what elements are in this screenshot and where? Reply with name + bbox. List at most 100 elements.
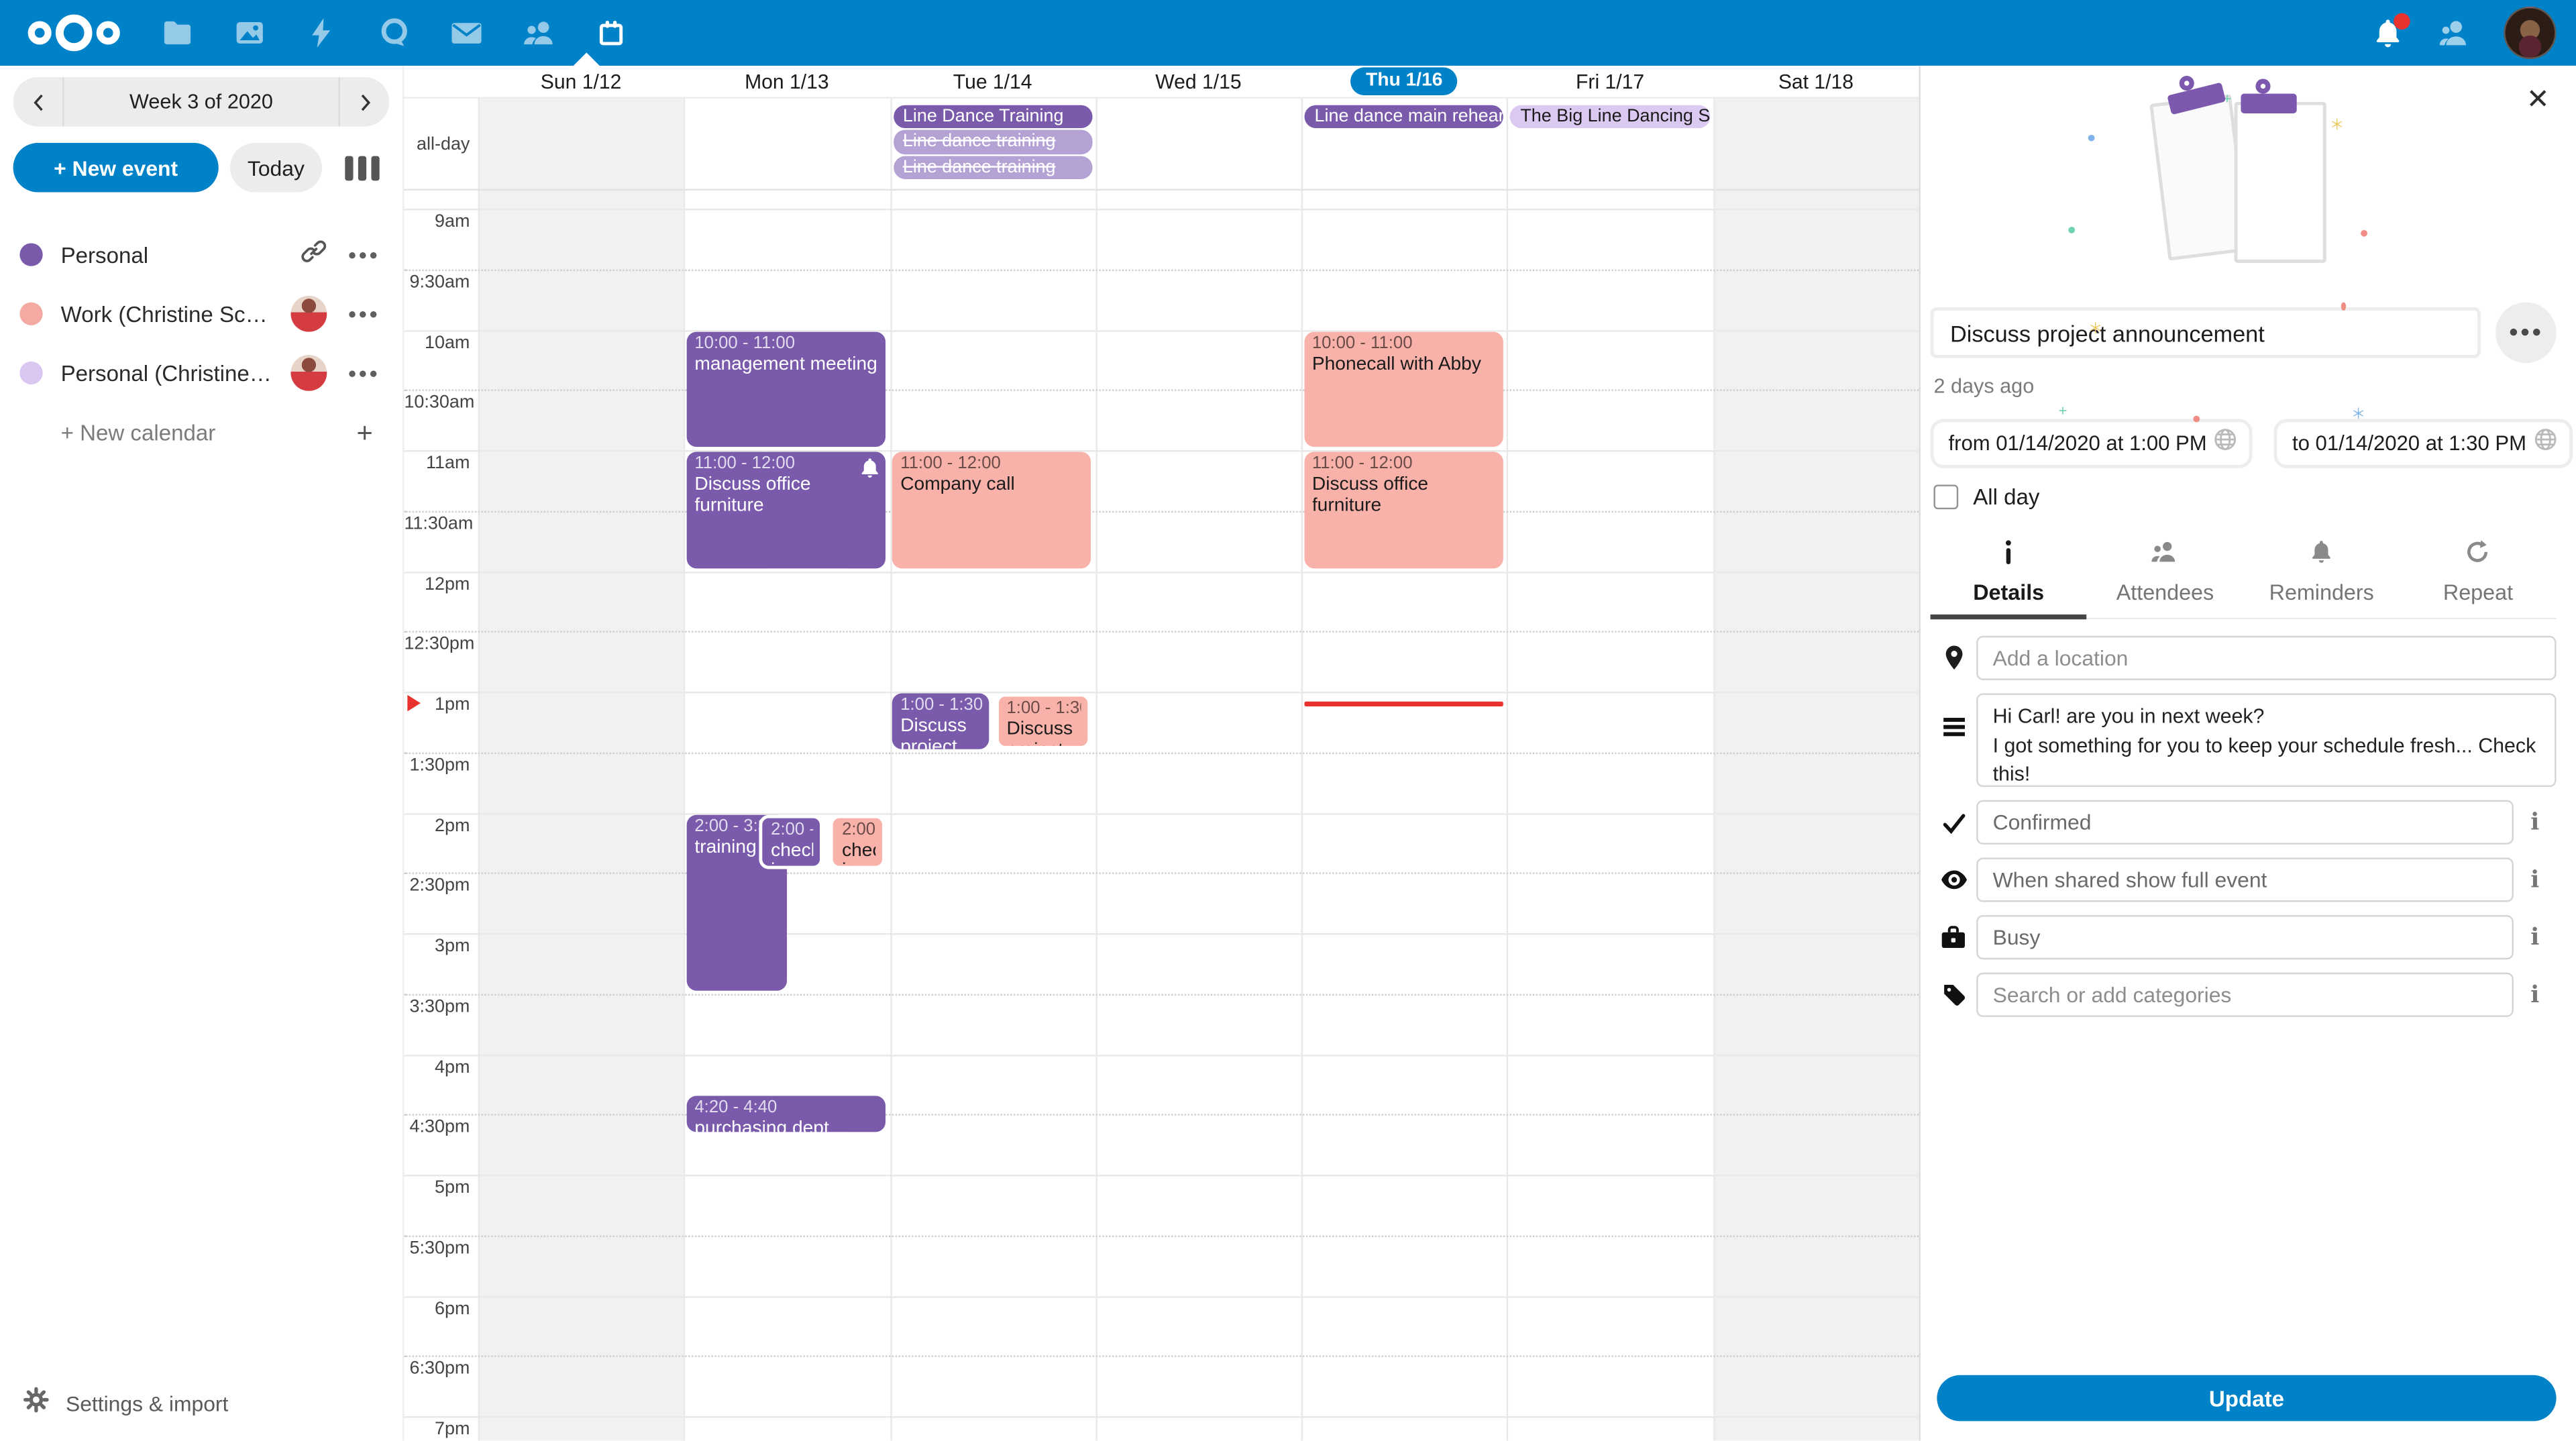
- all-day-event[interactable]: Line dance training: [893, 130, 1092, 154]
- calendar-item-personal-christine[interactable]: Personal (Christine Scho…) ●●●: [0, 343, 402, 403]
- topbar-right: [2372, 7, 2556, 59]
- week-label[interactable]: Week 3 of 2020: [62, 77, 340, 126]
- categories-input[interactable]: [1976, 973, 2514, 1017]
- calendar-event[interactable]: 11:00 - 12:00Company call: [892, 451, 1091, 568]
- calendar-event[interactable]: 4:20 - 4:40purchasing dept: [686, 1096, 885, 1131]
- tab-reminders[interactable]: Reminders: [2243, 532, 2400, 617]
- grid-body: all-day Line Dance TrainingLine dance tr…: [404, 97, 1919, 1440]
- calendar-item-work-christine[interactable]: Work (Christine Schott) ●●●: [0, 284, 402, 343]
- day-header[interactable]: Wed 1/15: [1095, 66, 1301, 97]
- event-title: Discuss project announcement: [900, 716, 982, 749]
- all-day-event[interactable]: Line dance main rehearsal: [1305, 105, 1504, 129]
- grid-line: [404, 571, 1919, 572]
- day-header[interactable]: Mon 1/13: [684, 66, 890, 97]
- mail-app-icon[interactable]: [450, 16, 483, 49]
- availability-briefcase-icon: [1931, 925, 1977, 950]
- contacts-app-icon[interactable]: [523, 16, 555, 49]
- day-header[interactable]: Sun 1/12: [478, 66, 684, 97]
- all-day-event[interactable]: Line Dance Training: [893, 105, 1092, 129]
- event-title: management meeting: [694, 354, 879, 375]
- day-header[interactable]: Tue 1/14: [890, 66, 1095, 97]
- timezone-globe-icon[interactable]: [2533, 427, 2558, 460]
- grid-line: [404, 873, 1919, 874]
- grid-line: [404, 631, 1919, 633]
- tab-repeat[interactable]: Repeat: [2400, 532, 2556, 617]
- update-button[interactable]: Update: [1937, 1375, 2556, 1422]
- repeat-icon: [2465, 539, 2491, 573]
- end-datetime-field[interactable]: to 01/14/2020 at 1:30 PM: [2274, 419, 2572, 468]
- share-link-icon[interactable]: [300, 237, 326, 272]
- all-day-label: All day: [1973, 484, 2039, 509]
- event-editor-panel: ✕ + ＊ ＊ + ＊ ●●● 2 days ago: [1919, 66, 2576, 1441]
- calendar-item-personal[interactable]: Personal ●●●: [0, 225, 402, 284]
- new-calendar-button[interactable]: + New calendar +: [0, 403, 402, 462]
- visibility-eye-icon: [1931, 869, 1977, 891]
- event-title-input[interactable]: [1931, 307, 2481, 358]
- status-select[interactable]: Confirmed: [1976, 800, 2514, 845]
- activity-app-icon[interactable]: [306, 16, 339, 49]
- new-event-button[interactable]: + New event: [13, 143, 219, 192]
- timezone-globe-icon[interactable]: [2213, 427, 2238, 460]
- calendar-app-icon[interactable]: [595, 16, 628, 49]
- tab-attendees[interactable]: Attendees: [2087, 532, 2243, 617]
- calendar-event[interactable]: 10:00 - 11:00management meeting: [686, 331, 885, 447]
- calendar-event[interactable]: 11:00 - 12:00Discuss office furniture: [1304, 451, 1503, 568]
- previous-week-button[interactable]: [13, 77, 62, 126]
- tab-details[interactable]: Details: [1931, 532, 2087, 617]
- event-time: 11:00 - 12:00: [1312, 453, 1497, 475]
- calendar-event[interactable]: 1:00 - 1:30Discuss project: [995, 693, 1091, 749]
- visibility-info-icon[interactable]: i: [2514, 867, 2557, 893]
- calendar-event[interactable]: 1:00 - 1:30Discuss project announcement: [892, 693, 989, 749]
- talk-app-icon[interactable]: [378, 16, 411, 49]
- last-modified-label: 2 days ago: [1933, 374, 2556, 397]
- start-datetime-field[interactable]: from 01/14/2020 at 1:00 PM: [1931, 419, 2253, 468]
- grid-line: [404, 1175, 1919, 1176]
- notifications-bell-icon[interactable]: [2372, 16, 2405, 49]
- event-time: 1:00 - 1:30: [900, 695, 982, 716]
- day-header-row: Sun 1/12Mon 1/13Tue 1/14Wed 1/15Thu 1/16…: [404, 66, 1919, 97]
- contacts-menu-icon[interactable]: [2438, 16, 2471, 49]
- files-app-icon[interactable]: [161, 16, 194, 49]
- status-info-icon[interactable]: i: [2514, 809, 2557, 835]
- next-week-button[interactable]: [340, 77, 389, 126]
- all-day-event[interactable]: Line dance training: [893, 156, 1092, 180]
- calendar-menu-icon[interactable]: ●●●: [345, 362, 383, 384]
- calendar-event[interactable]: 2:00 - 2:30check-in: [759, 814, 824, 869]
- visibility-select[interactable]: When shared show full event: [1976, 857, 2514, 902]
- nextcloud-logo[interactable]: [26, 13, 121, 53]
- calendar-menu-icon[interactable]: ●●●: [345, 243, 383, 266]
- calendar-menu-icon[interactable]: ●●●: [345, 303, 383, 325]
- attendees-icon: [2151, 539, 2180, 573]
- event-time: 10:00 - 11:00: [1312, 333, 1497, 354]
- calendar-color-dot: [19, 362, 42, 384]
- day-header[interactable]: Fri 1/17: [1507, 66, 1713, 97]
- all-day-event[interactable]: The Big Line Dancing Show: [1511, 105, 1710, 129]
- calendar-event[interactable]: 2:00 - 2:30check-in: [830, 814, 885, 869]
- location-input[interactable]: [1976, 636, 2556, 680]
- grid-line: [404, 390, 1919, 391]
- view-toggle-button[interactable]: [333, 143, 389, 192]
- gear-icon: [23, 1387, 49, 1421]
- spacer-dot: [19, 421, 42, 443]
- photos-app-icon[interactable]: [233, 16, 266, 49]
- settings-import-button[interactable]: Settings & import: [0, 1367, 402, 1441]
- description-textarea[interactable]: Hi Carl! are you in next week? I got som…: [1976, 693, 2556, 787]
- categories-info-icon[interactable]: i: [2514, 981, 2557, 1008]
- checkbox[interactable]: [1933, 484, 1958, 509]
- availability-info-icon[interactable]: i: [2514, 924, 2557, 951]
- day-header[interactable]: Sat 1/18: [1713, 66, 1919, 97]
- editor-tabs: Details Attendees Reminders Repeat: [1931, 532, 2557, 619]
- day-header[interactable]: Thu 1/16: [1301, 66, 1507, 97]
- calendar-list: Personal ●●● Work (Christine Schott) ●●●…: [0, 225, 402, 462]
- all-day-checkbox[interactable]: All day: [1933, 484, 2556, 509]
- today-button[interactable]: Today: [230, 143, 322, 192]
- calendar-event[interactable]: 10:00 - 11:00Phonecall with Abby: [1304, 331, 1503, 447]
- availability-select[interactable]: Busy: [1976, 915, 2514, 959]
- event-time: 11:00 - 12:00: [694, 453, 879, 475]
- event-title: Phonecall with Abby: [1312, 354, 1497, 375]
- user-avatar[interactable]: [2504, 7, 2556, 59]
- grid-line: [404, 933, 1919, 935]
- calendar-event[interactable]: 11:00 - 12:00Discuss office furniture: [686, 451, 885, 568]
- more-actions-icon[interactable]: ●●●: [2496, 303, 2557, 364]
- grid-line: [404, 1356, 1919, 1357]
